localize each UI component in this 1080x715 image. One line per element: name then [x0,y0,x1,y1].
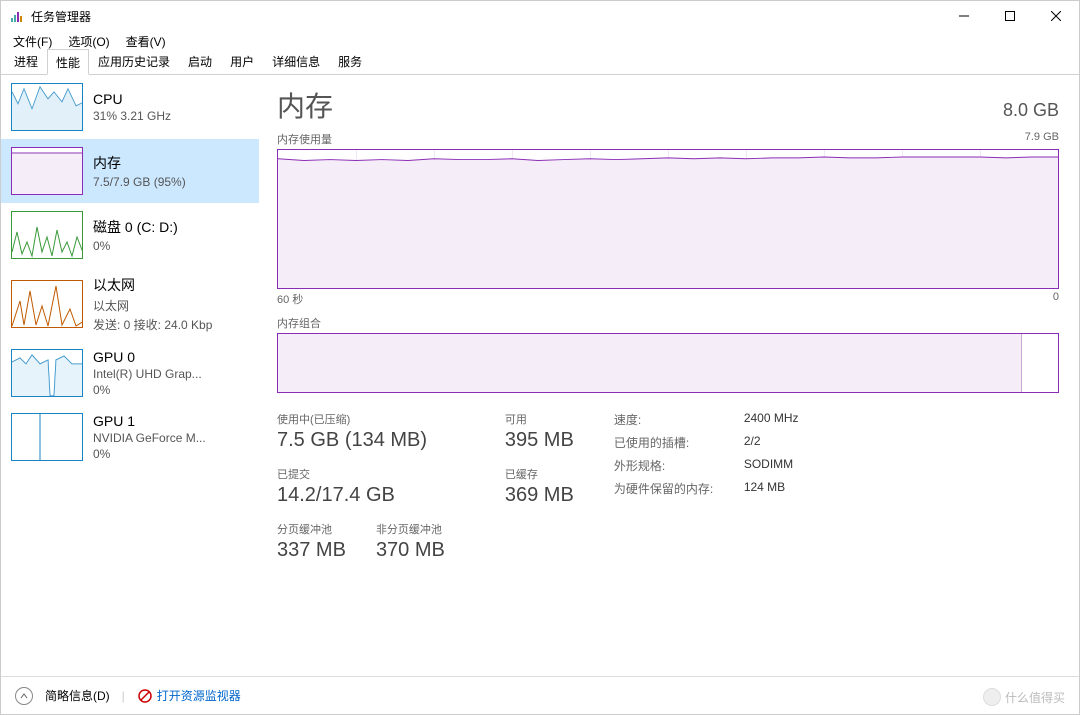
tab-performance[interactable]: 性能 [47,49,89,75]
sidebar-item-sub: 0% [93,239,178,253]
sidebar-item-gpu1[interactable]: GPU 1 NVIDIA GeForce M... 0% [1,405,259,469]
nonpaged-label: 非分页缓冲池 [376,521,445,537]
capacity-value: 8.0 GB [1003,100,1059,121]
sidebar-item-sub: 7.5/7.9 GB (95%) [93,175,186,189]
sidebar-item-label: 磁盘 0 (C: D:) [93,217,178,237]
sidebar-item-sub: 31% 3.21 GHz [93,109,171,123]
tab-processes[interactable]: 进程 [5,48,47,74]
reserved-value: 124 MB [744,480,785,497]
tab-details[interactable]: 详细信息 [263,48,329,74]
memory-composition-chart [277,333,1059,393]
watermark-icon [983,688,1001,706]
paged-value: 337 MB [277,539,346,562]
sidebar: CPU 31% 3.21 GHz 内存 7.5/7.9 GB (95%) 磁盘 0 … [1,75,259,675]
sidebar-item-gpu0[interactable]: GPU 0 Intel(R) UHD Grap... 0% [1,341,259,405]
open-resource-monitor-link[interactable]: 打开资源监视器 [137,687,241,704]
window-title: 任务管理器 [31,8,91,25]
usage-chart-label: 内存使用量 [277,131,332,147]
paged-label: 分页缓冲池 [277,521,346,537]
tab-users[interactable]: 用户 [221,48,263,74]
nonpaged-value: 370 MB [376,539,445,562]
sidebar-item-disk[interactable]: 磁盘 0 (C: D:) 0% [1,203,259,267]
tab-services[interactable]: 服务 [329,48,371,74]
in-use-label: 使用中(已压缩) [277,411,445,427]
sidebar-item-sub: 以太网 [93,297,212,314]
watermark: 什么值得买 [983,688,1065,706]
slots-label: 已使用的插槽: [614,434,744,451]
memory-usage-chart [277,149,1059,289]
speed-value: 2400 MHz [744,411,799,428]
form-value: SODIMM [744,457,793,474]
form-label: 外形规格: [614,457,744,474]
committed-value: 14.2/17.4 GB [277,484,445,507]
sidebar-item-label: GPU 1 [93,413,206,429]
page-title: 内存 [277,85,333,125]
sidebar-item-memory[interactable]: 内存 7.5/7.9 GB (95%) [1,139,259,203]
axis-left: 60 秒 [277,291,303,307]
chevron-up-icon[interactable] [15,687,33,705]
sidebar-item-sub: NVIDIA GeForce M... [93,431,206,445]
main-panel: 内存 8.0 GB 内存使用量 7.9 GB 60 秒 0 内存组合 [259,75,1079,675]
close-button[interactable] [1033,1,1079,31]
committed-label: 已提交 [277,466,445,482]
maximize-button[interactable] [987,1,1033,31]
in-use-value: 7.5 GB (134 MB) [277,429,445,452]
slots-value: 2/2 [744,434,761,451]
minimize-button[interactable] [941,1,987,31]
available-label: 可用 [505,411,574,427]
sidebar-item-label: 内存 [93,153,186,173]
footer: 简略信息(D) | 打开资源监视器 [1,676,1079,714]
sidebar-item-sub2: 发送: 0 接收: 24.0 Kbp [93,316,212,333]
sidebar-item-label: GPU 0 [93,349,202,365]
tab-bar: 进程 性能 应用历史记录 启动 用户 详细信息 服务 [1,51,1079,75]
usage-chart-max: 7.9 GB [1025,131,1059,147]
tab-app-history[interactable]: 应用历史记录 [89,48,179,74]
sidebar-item-sub2: 0% [93,383,202,397]
fewer-details-link[interactable]: 简略信息(D) [45,687,110,704]
app-icon [9,8,25,24]
sidebar-item-sub2: 0% [93,447,206,461]
resource-monitor-icon [137,688,153,704]
cached-label: 已缓存 [505,466,574,482]
composition-label: 内存组合 [277,315,321,331]
title-bar: 任务管理器 [1,1,1079,31]
available-value: 395 MB [505,429,574,452]
axis-right: 0 [1053,291,1059,307]
sidebar-item-ethernet[interactable]: 以太网以太网发送: 0 接收: 24.0 Kbp [1,267,259,341]
reserved-label: 为硬件保留的内存: [614,480,744,497]
tab-startup[interactable]: 启动 [179,48,221,74]
sidebar-item-label: 以太网 [93,275,212,295]
sidebar-item-sub: Intel(R) UHD Grap... [93,367,202,381]
sidebar-item-label: CPU [93,91,171,107]
speed-label: 速度: [614,411,744,428]
sidebar-item-cpu[interactable]: CPU 31% 3.21 GHz [1,75,259,139]
cached-value: 369 MB [505,484,574,507]
